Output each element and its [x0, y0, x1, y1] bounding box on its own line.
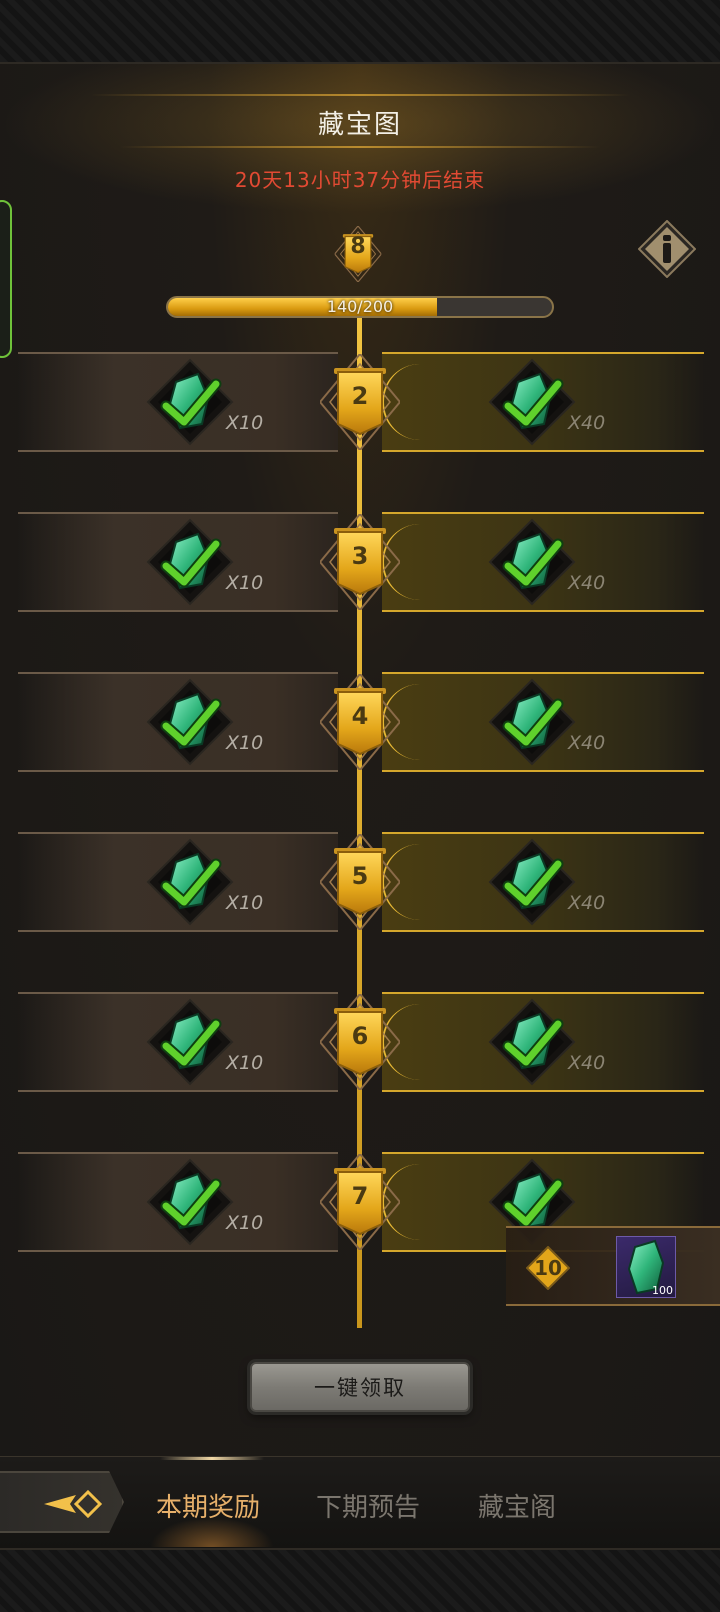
premium-reward-claimed-icon[interactable]: [488, 358, 576, 446]
premium-reward-claimed-icon[interactable]: [488, 518, 576, 606]
premium-reward-quantity: X40: [568, 412, 606, 434]
side-tab-handle[interactable]: [0, 200, 12, 358]
back-arrow-icon: [44, 1489, 103, 1519]
level-node: 2: [320, 354, 400, 450]
free-reward-quantity: X10: [226, 1052, 264, 1074]
page-title: 藏宝图: [317, 110, 402, 140]
level-number: 7: [351, 1182, 369, 1210]
reward-row: X10 X40 5: [0, 826, 720, 938]
free-reward-claimed-icon[interactable]: [146, 1158, 234, 1246]
current-level-number: 8: [350, 234, 366, 259]
tab-current-rewards[interactable]: 本期奖励: [156, 1487, 260, 1524]
bottom-frame: [0, 1548, 720, 1612]
level-number: 4: [351, 702, 369, 730]
level-number: 3: [351, 542, 369, 570]
level-node: 5: [320, 834, 400, 930]
current-level-badge: 8: [330, 226, 386, 282]
back-button[interactable]: [0, 1471, 124, 1533]
premium-reward-quantity: X40: [568, 732, 606, 754]
bottom-tab-bar: 本期奖励 下期预告 藏宝阁: [0, 1456, 720, 1548]
next-milestone-preview[interactable]: 10 100: [506, 1226, 720, 1306]
level-node: 6: [320, 994, 400, 1090]
tab-next-preview[interactable]: 下期预告: [316, 1487, 420, 1524]
level-number: 6: [351, 1022, 369, 1050]
top-frame: [0, 0, 720, 64]
info-icon: [637, 219, 697, 279]
premium-reward-quantity: X40: [568, 572, 606, 594]
reward-rows: X10 X40 2 X10 X40 3 X10 X40 4 X10 X40 5 X10 X40 6 X10 7: [0, 346, 720, 1328]
reward-row: X10 X40 3: [0, 506, 720, 618]
free-reward-quantity: X10: [226, 1212, 264, 1234]
reward-row: X10 X40 4: [0, 666, 720, 778]
level-node: 3: [320, 514, 400, 610]
level-number: 5: [351, 862, 369, 890]
active-tab-indicator: [160, 1457, 264, 1460]
milestone-level-badge: 10: [525, 1245, 571, 1291]
milestone-reward-count: 100: [652, 1284, 673, 1297]
reward-row: X10 X40 6: [0, 986, 720, 1098]
free-reward-claimed-icon[interactable]: [146, 358, 234, 446]
premium-reward-claimed-icon[interactable]: [488, 838, 576, 926]
premium-reward-quantity: X40: [568, 1052, 606, 1074]
free-reward-quantity: X10: [226, 892, 264, 914]
free-reward-claimed-icon[interactable]: [146, 678, 234, 766]
milestone-level-number: 10: [534, 1256, 562, 1280]
claim-all-button[interactable]: 一键领取: [250, 1362, 470, 1412]
header-ornament-top: [90, 94, 630, 96]
premium-reward-claimed-icon[interactable]: [488, 998, 576, 1086]
progress-text: 140/200: [326, 297, 394, 316]
level-number: 2: [351, 382, 369, 410]
info-button[interactable]: [637, 219, 697, 279]
level-node: 7: [320, 1154, 400, 1250]
event-timer: 20天13小时37分钟后结束: [234, 168, 486, 192]
level-node: 4: [320, 674, 400, 770]
reward-row: X10 X40 2: [0, 346, 720, 458]
free-reward-quantity: X10: [226, 732, 264, 754]
free-reward-claimed-icon[interactable]: [146, 998, 234, 1086]
free-reward-quantity: X10: [226, 412, 264, 434]
header-ornament-bottom: [120, 146, 600, 148]
free-reward-quantity: X10: [226, 572, 264, 594]
free-reward-claimed-icon[interactable]: [146, 838, 234, 926]
milestone-reward-card[interactable]: 100: [616, 1236, 676, 1298]
experience-progress-bar: 140/200: [166, 296, 554, 318]
premium-reward-claimed-icon[interactable]: [488, 678, 576, 766]
tab-treasure-shop[interactable]: 藏宝阁: [478, 1487, 556, 1524]
premium-reward-quantity: X40: [568, 892, 606, 914]
free-reward-claimed-icon[interactable]: [146, 518, 234, 606]
